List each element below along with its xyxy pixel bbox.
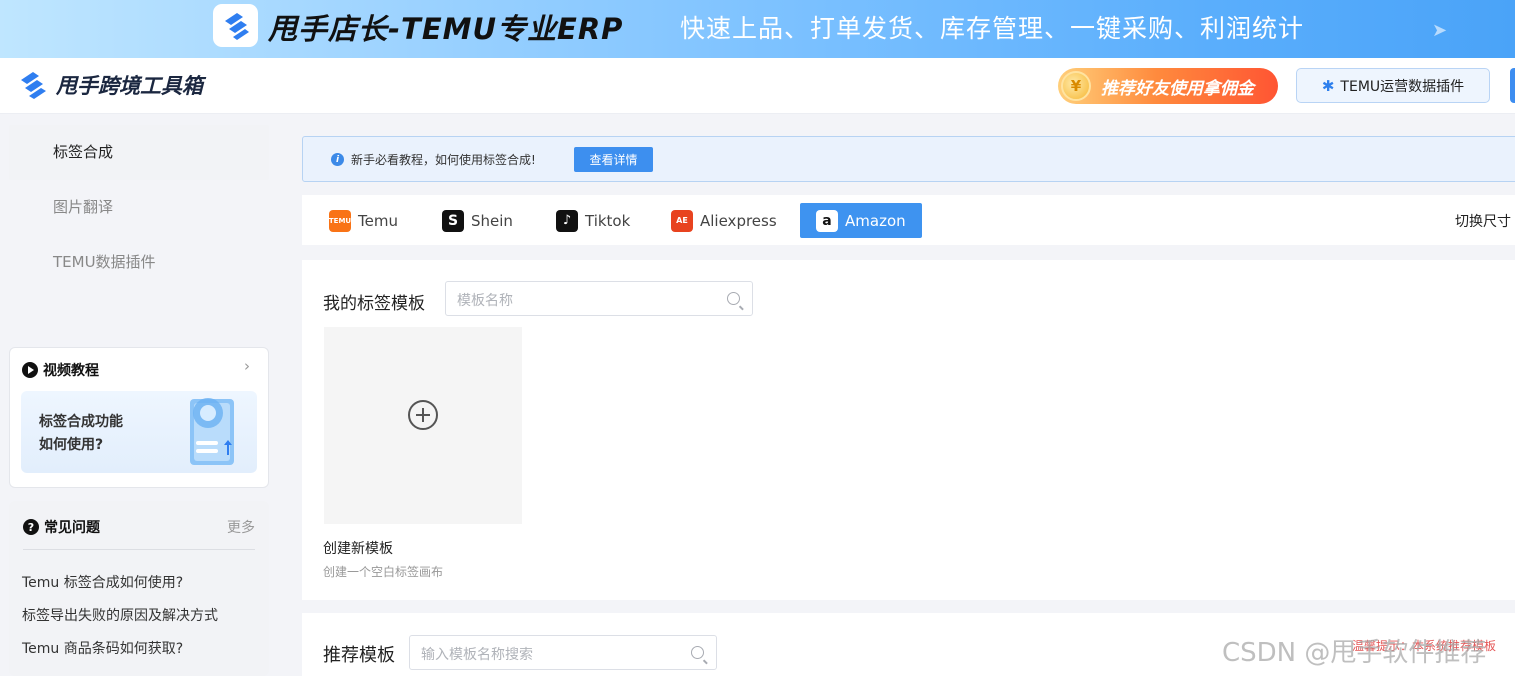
temu-icon: TEMU [329,209,351,232]
recommended-search-input[interactable]: 输入模板名称搜索 [409,635,717,670]
faq-header: ? 常见问题 [23,517,100,537]
plugin-button-label: TEMU运营数据插件 [1340,78,1465,95]
play-icon [22,362,38,378]
plus-circle-icon [408,400,438,430]
banner-arrow-icon: ➤ [1432,20,1448,41]
create-template-title: 创建新模板 [323,541,393,557]
tab-label: Amazon [845,211,906,230]
amazon-icon: a [816,209,838,232]
sidebar-menu: 标签合成 图片翻译 TEMU数据插件 [9,125,269,290]
search-icon[interactable] [727,292,740,305]
brand-logo [213,4,258,47]
temu-plugin-button[interactable]: ✱ TEMU运营数据插件 [1296,68,1490,103]
puzzle-icon: ✱ [1321,76,1335,95]
info-icon: i [331,153,344,166]
promo-label: 推荐好友使用拿佣金 [1101,78,1254,99]
logo-icon [224,12,249,40]
faq-item[interactable]: Temu 标签合成如何使用? [22,572,183,592]
search-placeholder: 模板名称 [457,293,513,309]
tab-label: Aliexpress [700,211,777,230]
faq-item[interactable]: Temu 商品条码如何获取? [22,638,183,658]
search-placeholder: 输入模板名称搜索 [421,647,533,663]
view-details-button[interactable]: 查看详情 [574,147,653,172]
video-thumb-line2: 如何使用? [39,437,104,453]
recommended-title: 推荐模板 [323,645,395,666]
tab-aliexpress[interactable]: AE Aliexpress [657,203,791,238]
tab-tiktok[interactable]: ♪ Tiktok [542,203,644,238]
tab-shein[interactable]: S Shein [428,203,527,238]
coin-icon: ¥ [1061,71,1091,101]
aliexpress-icon: AE [671,209,693,232]
create-template-card[interactable] [324,327,522,524]
csdn-watermark: CSDN @甩手软件推荐 [1222,638,1487,668]
app-header: 甩手跨境工具箱 ¥ 推荐好友使用拿佣金 ✱ TEMU运营数据插件 [0,58,1515,114]
tutorial-notice: i 新手必看教程，如何使用标签合成! 查看详情 [302,136,1515,182]
sidebar-item-label-compose[interactable]: 标签合成 [9,125,269,180]
switch-size-button[interactable]: 切换尺寸 [1455,211,1511,231]
notice-text: 新手必看教程，如何使用标签合成! [351,153,536,167]
shein-icon: S [442,209,464,232]
faq-title: 常见问题 [44,520,100,536]
create-template-subtitle: 创建一个空白标签画布 [323,565,444,579]
tab-label: Tiktok [585,211,631,230]
sidebar-item-temu-plugin[interactable]: TEMU数据插件 [9,235,269,290]
search-icon[interactable] [691,646,704,659]
video-tutorial-card[interactable]: 视频教程 › 标签合成功能 如何使用? [9,347,269,488]
video-card-title: 视频教程 [43,363,99,379]
top-banner[interactable]: 甩手店长-TEMU专业ERP 快速上品、打单发货、库存管理、一键采购、利润统计 … [0,0,1515,58]
faq-divider [23,549,255,550]
faq-card: ? 常见问题 更多 Temu 标签合成如何使用? 标签导出失败的原因及解决方式 … [9,501,269,676]
platform-tabs: TEMU Temu S Shein ♪ Tiktok AE Aliexpress… [302,195,1515,245]
tab-amazon[interactable]: a Amazon [800,203,922,238]
video-thumbnail[interactable]: 标签合成功能 如何使用? [21,391,257,473]
banner-slogan: 快速上品、打单发货、库存管理、一键采购、利润统计 [680,14,1305,43]
header-edge-button[interactable] [1510,68,1515,103]
tab-temu[interactable]: TEMU Temu [315,203,412,238]
faq-item[interactable]: 标签导出失败的原因及解决方式 [22,605,218,625]
tab-label: Temu [358,211,398,230]
chevron-right-icon[interactable]: › [244,357,250,375]
video-thumb-line1: 标签合成功能 [39,414,123,430]
video-card-header: 视频教程 [22,360,99,380]
question-icon: ? [23,519,39,535]
document-illustration-icon [190,398,234,465]
referral-promo-button[interactable]: ¥ 推荐好友使用拿佣金 [1058,68,1278,104]
tab-label: Shein [471,211,513,230]
sidebar-item-image-translate[interactable]: 图片翻译 [9,180,269,235]
my-templates-panel: 我的标签模板 模板名称 创建新模板 创建一个空白标签画布 [302,260,1515,600]
tiktok-icon: ♪ [556,209,578,232]
app-title: 甩手跨境工具箱 [56,74,203,98]
template-search-input[interactable]: 模板名称 [445,281,753,316]
my-templates-title: 我的标签模板 [323,294,425,314]
app-logo-icon [21,72,46,99]
faq-more-link[interactable]: 更多 [227,517,255,537]
banner-brand: 甩手店长-TEMU专业ERP [268,12,624,46]
